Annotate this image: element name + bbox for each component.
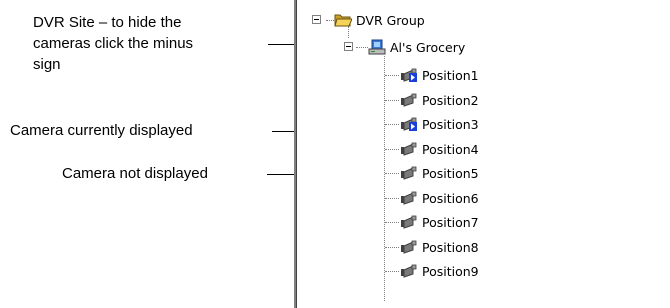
camera-displayed-icon — [401, 68, 417, 82]
tree-node-site[interactable]: Al's Grocery — [368, 38, 465, 56]
tree-connector — [356, 47, 368, 48]
tree-node-label: Position2 — [422, 92, 479, 108]
tree-connector — [385, 173, 399, 174]
callout-camera-not-displayed: Camera not displayed — [62, 165, 208, 182]
folder-open-icon — [334, 14, 352, 27]
tree-connector — [385, 75, 399, 76]
tree-node-dvr-group[interactable]: DVR Group — [334, 11, 425, 29]
tree-connector — [385, 100, 399, 101]
tree-node-label: Position8 — [422, 239, 479, 255]
tree-node-label: Position9 — [422, 263, 479, 279]
tree-node-camera[interactable]: Position7 — [400, 213, 479, 231]
tree-node-label: Position7 — [422, 214, 479, 230]
tree-connector — [385, 124, 399, 125]
collapse-button-site[interactable] — [344, 42, 353, 51]
tree-node-label: Position5 — [422, 165, 479, 181]
tree-node-camera[interactable]: Position2 — [400, 91, 479, 109]
tree-node-camera[interactable]: Position8 — [400, 238, 479, 256]
tree-node-camera[interactable]: Position6 — [400, 189, 479, 207]
tree-connector — [385, 198, 399, 199]
camera-icon — [401, 191, 417, 205]
tree-node-label: Al's Grocery — [390, 39, 466, 55]
tree-connector — [326, 20, 334, 21]
camera-icon — [401, 93, 417, 107]
tree-node-camera[interactable]: Position9 — [400, 262, 479, 280]
callout-dvr-site-line3: sign — [33, 56, 61, 73]
callout-camera-displayed: Camera currently displayed — [10, 122, 193, 139]
camera-icon — [401, 166, 417, 180]
tree-node-label: Position6 — [422, 190, 479, 206]
tree-node-camera[interactable]: Position1 — [400, 66, 479, 84]
dvr-site-icon — [368, 39, 386, 55]
tree-node-label: DVR Group — [356, 12, 425, 28]
tree-connector — [385, 222, 399, 223]
callout-dvr-site: DVR Site – to hide the cameras click the… — [33, 12, 193, 75]
callout-dvr-site-line1: DVR Site – to hide the — [33, 14, 182, 31]
tree-node-label: Position4 — [422, 141, 479, 157]
camera-icon — [401, 264, 417, 278]
tree-node-camera[interactable]: Position3 — [400, 115, 479, 133]
callout-dvr-site-line2: cameras click the minus — [33, 35, 194, 52]
tree-node-label: Position3 — [422, 116, 479, 132]
tree-node-camera[interactable]: Position5 — [400, 164, 479, 182]
tree-node-camera[interactable]: Position4 — [400, 140, 479, 158]
camera-icon — [401, 142, 417, 156]
tree-connector — [385, 149, 399, 150]
camera-icon — [401, 240, 417, 254]
tree-connector — [385, 247, 399, 248]
camera-tree-view[interactable]: DVR Group Al's Grocery Position1 Position… — [294, 0, 670, 308]
camera-icon — [401, 215, 417, 229]
tree-node-label: Position1 — [422, 67, 479, 83]
camera-displayed-icon — [401, 117, 417, 131]
tree-connector — [384, 56, 385, 301]
collapse-button-dvr-group[interactable] — [312, 15, 321, 24]
tree-connector — [385, 271, 399, 272]
